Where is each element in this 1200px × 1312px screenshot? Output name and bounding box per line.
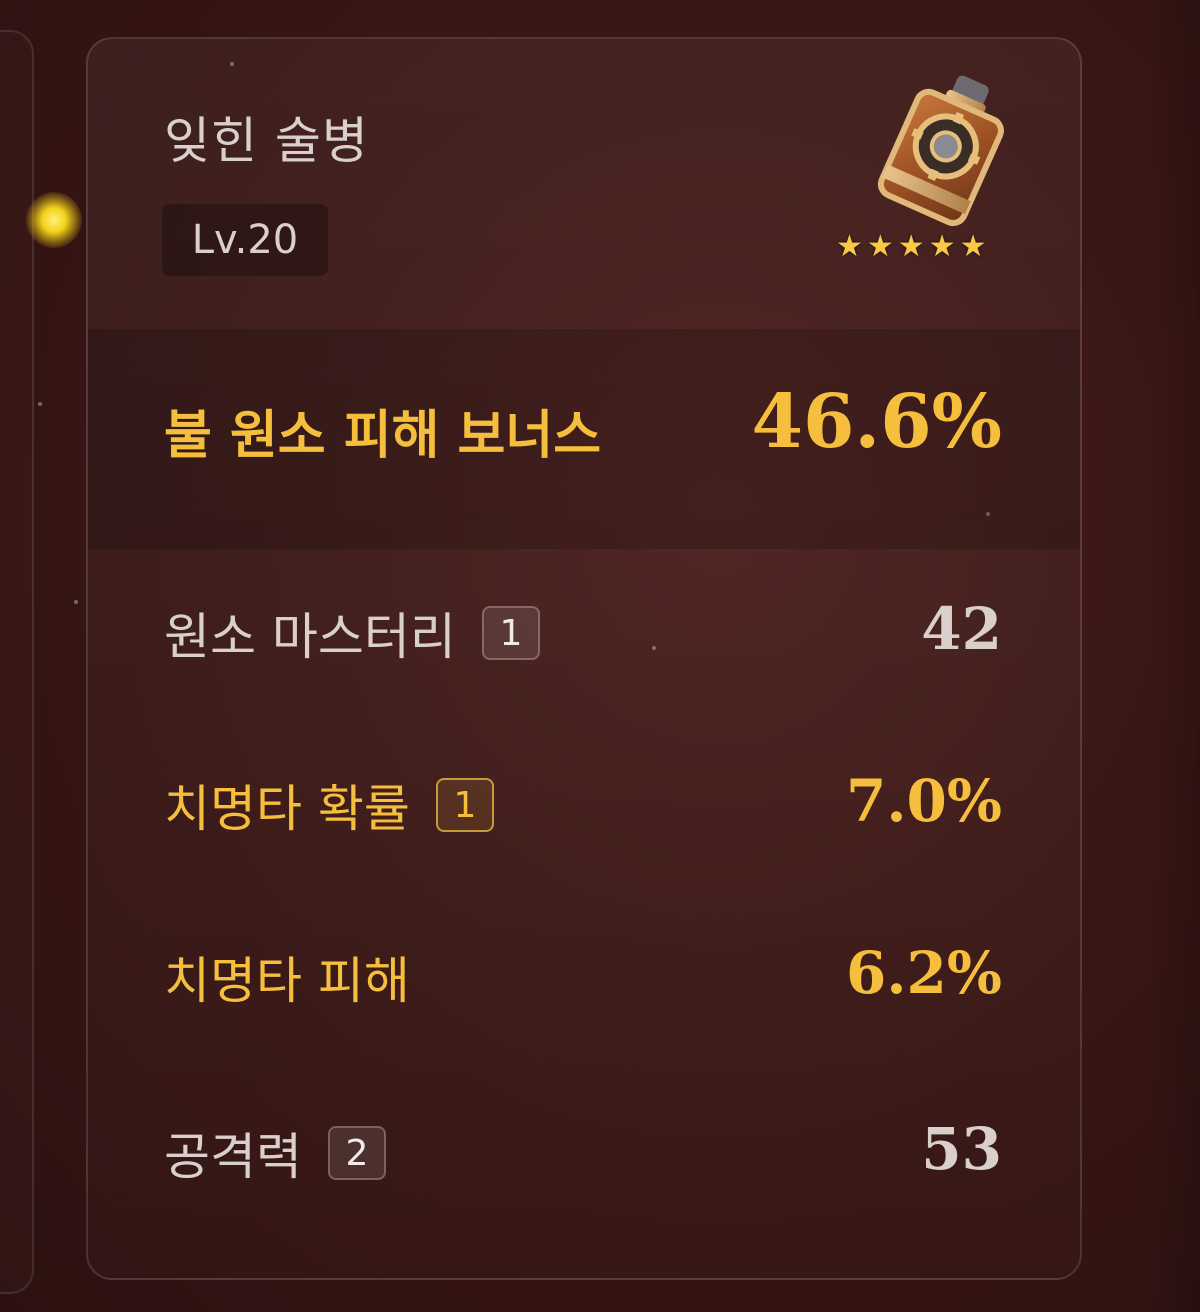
sub-stat-row: 치명타 확률 1 7.0% [88, 761, 1080, 841]
roll-count-badge: 1 [435, 778, 494, 832]
level-badge: Lv.20 [162, 204, 328, 276]
main-stat-value: 46.6% [751, 379, 1002, 465]
sub-stat-value: 53 [921, 1115, 1002, 1183]
sub-stat-row: 치명타 피해 6.2% [88, 933, 1080, 1013]
roll-count-badge: 2 [328, 1126, 386, 1180]
sparkle [74, 600, 78, 604]
rarity-stars: ★★★★★ [836, 229, 991, 264]
artifact-card[interactable]: 잊힌 술병 Lv.20 ★★★★★ 불 원소 피해 보너스 46.6% 원소 마… [86, 37, 1082, 1280]
sub-stat-label: 원소 마스터리 [164, 608, 456, 666]
sub-stat-name: 공격력 2 [164, 1117, 386, 1189]
main-stat-row: 불 원소 피해 보너스 46.6% [88, 329, 1080, 549]
sub-stat-label: 치명타 피해 [164, 952, 410, 1010]
sub-stat-value: 42 [921, 595, 1002, 663]
sub-stat-name: 원소 마스터리 1 [164, 597, 540, 669]
sub-stat-name: 치명타 확률 1 [164, 769, 494, 841]
artifact-goblet-icon [877, 75, 1004, 227]
sub-stat-label: 치명타 확률 [164, 780, 410, 838]
sub-stat-row: 공격력 2 53 [88, 1109, 1080, 1189]
selection-glow-indicator [26, 192, 82, 248]
sub-stat-name: 치명타 피해 [164, 941, 410, 1013]
main-stat-name: 불 원소 피해 보너스 [164, 406, 602, 466]
sub-stat-value: 6.2% [845, 939, 1002, 1007]
sub-stat-value: 7.0% [845, 767, 1002, 835]
sparkle [38, 402, 42, 406]
sub-stat-label: 공격력 [164, 1128, 302, 1186]
roll-count-badge: 1 [481, 606, 540, 660]
sub-stat-row: 원소 마스터리 1 42 [88, 589, 1080, 669]
artifact-name: 잊힌 술병 [164, 112, 369, 170]
adjacent-card-right [1145, 0, 1200, 1312]
